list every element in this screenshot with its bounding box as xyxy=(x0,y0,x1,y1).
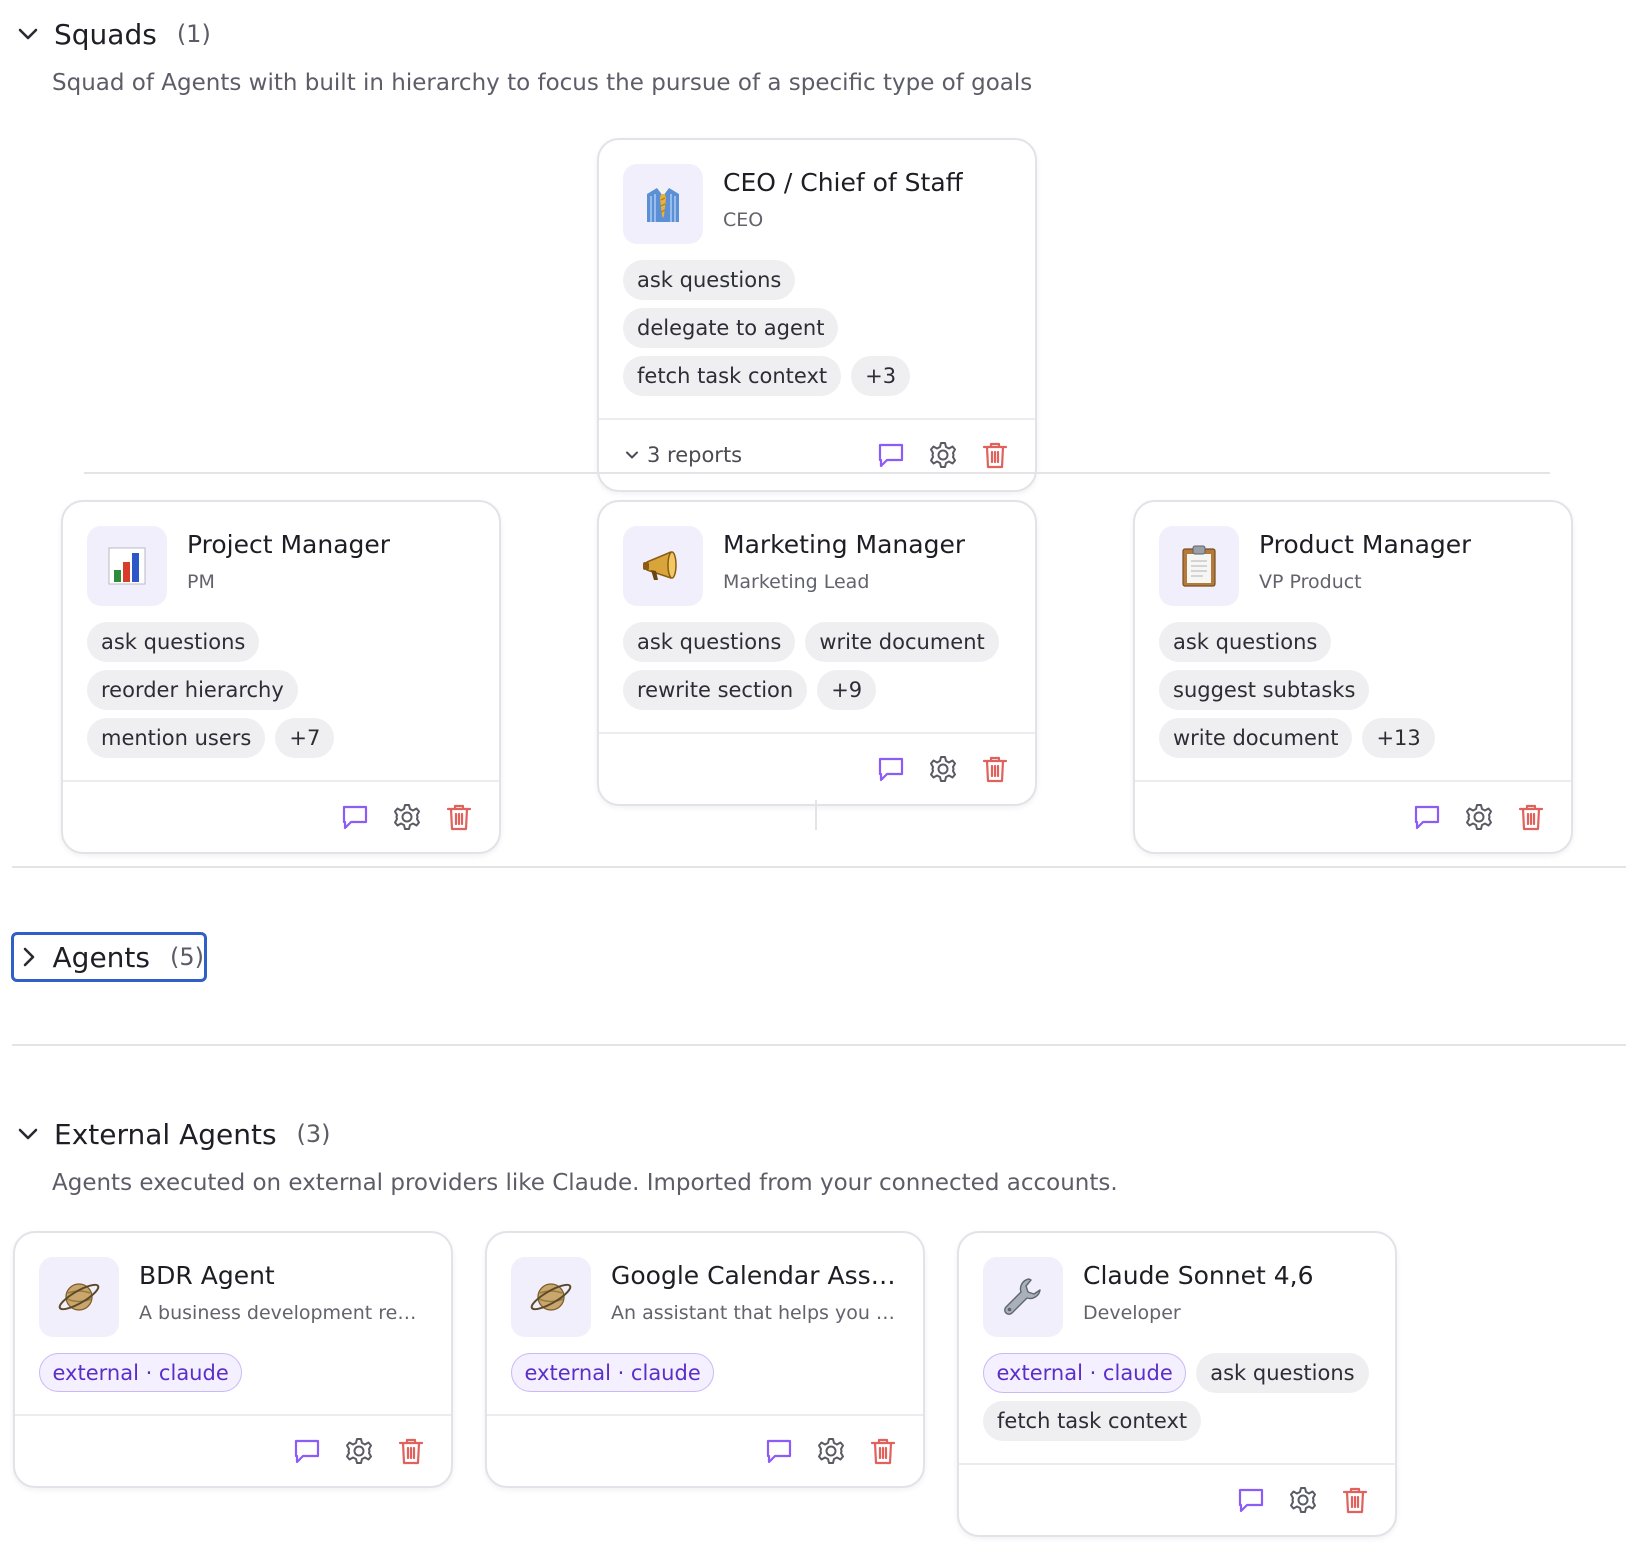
capability-chip: fetch task context xyxy=(623,356,842,396)
agent-role: Marketing Lead xyxy=(723,571,870,593)
agent-card-product-manager[interactable]: Product Manager VP Product ask questions… xyxy=(1133,500,1573,854)
gear-icon[interactable] xyxy=(1459,797,1499,837)
ringed-planet-icon xyxy=(39,1257,119,1337)
agent-card-project-manager[interactable]: Project Manager PM ask questions reorder… xyxy=(61,500,501,854)
external-agents-title: External Agents xyxy=(54,1117,277,1151)
squads-section-header[interactable]: Squads (1) xyxy=(8,10,211,58)
necktie-shirt-icon xyxy=(623,164,703,244)
chevron-right-icon[interactable] xyxy=(14,937,45,977)
chat-icon[interactable] xyxy=(871,435,911,475)
capability-chip: ask questions xyxy=(87,622,260,662)
gear-icon[interactable] xyxy=(1283,1480,1323,1520)
chevron-down-icon[interactable] xyxy=(8,14,48,54)
agents-count: (5) xyxy=(170,943,204,971)
capability-chip: ask questions xyxy=(1196,1353,1369,1393)
trash-icon[interactable] xyxy=(1511,797,1551,837)
external-provider-badge: external · claude xyxy=(39,1353,243,1392)
external-agents-description: Agents executed on external providers li… xyxy=(52,1170,1118,1196)
agent-name: CEO / Chief of Staff xyxy=(723,168,963,197)
hierarchy-connector xyxy=(815,800,817,830)
ringed-planet-icon xyxy=(511,1257,591,1337)
agent-description: A business development repr... xyxy=(139,1302,427,1324)
capability-chip: ask questions xyxy=(623,260,796,300)
chevron-down-icon xyxy=(625,448,639,462)
capability-chip: write document xyxy=(1159,718,1353,758)
more-capabilities-chip[interactable]: +9 xyxy=(817,670,877,710)
section-divider xyxy=(12,866,1626,868)
agents-section-header[interactable]: Agents (5) xyxy=(11,932,207,982)
chat-icon[interactable] xyxy=(1407,797,1447,837)
wrench-icon xyxy=(983,1257,1063,1337)
chat-icon[interactable] xyxy=(759,1431,799,1471)
capability-chip: ask questions xyxy=(623,622,796,662)
chat-icon[interactable] xyxy=(1231,1480,1271,1520)
squads-title: Squads xyxy=(54,17,157,51)
chevron-down-icon[interactable] xyxy=(8,1114,48,1154)
agent-name: Google Calendar Assis... xyxy=(611,1261,899,1290)
agent-name: Marketing Manager xyxy=(723,530,966,559)
squads-description: Squad of Agents with built in hierarchy … xyxy=(52,70,1033,96)
agent-description: An assistant that helps you m... xyxy=(611,1302,899,1324)
section-divider xyxy=(12,1044,1626,1046)
capability-chip: write document xyxy=(805,622,999,662)
gear-icon[interactable] xyxy=(811,1431,851,1471)
trash-icon[interactable] xyxy=(863,1431,903,1471)
agent-card-marketing-manager[interactable]: Marketing Manager Marketing Lead ask que… xyxy=(597,500,1037,806)
gear-icon[interactable] xyxy=(339,1431,379,1471)
external-agents-section-header[interactable]: External Agents (3) xyxy=(8,1110,331,1158)
external-agents-count: (3) xyxy=(296,1120,331,1148)
trash-icon[interactable] xyxy=(1335,1480,1375,1520)
chat-icon[interactable] xyxy=(871,749,911,789)
megaphone-icon xyxy=(623,526,703,606)
reports-toggle[interactable]: 3 reports xyxy=(619,443,742,467)
trash-icon[interactable] xyxy=(439,797,479,837)
bar-chart-icon xyxy=(87,526,167,606)
squads-count: (1) xyxy=(176,20,211,48)
agent-name: BDR Agent xyxy=(139,1261,275,1290)
gear-icon[interactable] xyxy=(923,749,963,789)
capability-chip: reorder hierarchy xyxy=(87,670,298,710)
capability-chip: fetch task context xyxy=(983,1401,1202,1441)
chat-icon[interactable] xyxy=(335,797,375,837)
agent-name: Claude Sonnet 4,6 xyxy=(1083,1261,1314,1290)
more-capabilities-chip[interactable]: +3 xyxy=(851,356,911,396)
capability-chip: ask questions xyxy=(1159,622,1332,662)
trash-icon[interactable] xyxy=(391,1431,431,1471)
agent-role: CEO xyxy=(723,209,764,231)
capability-chip: suggest subtasks xyxy=(1159,670,1370,710)
external-provider-badge: external · claude xyxy=(511,1353,715,1392)
more-capabilities-chip[interactable]: +13 xyxy=(1362,718,1435,758)
more-capabilities-chip[interactable]: +7 xyxy=(275,718,335,758)
agent-name: Project Manager xyxy=(187,530,391,559)
agent-role: PM xyxy=(187,571,215,593)
agent-name: Product Manager xyxy=(1259,530,1472,559)
agent-card-ceo[interactable]: CEO / Chief of Staff CEO ask questions d… xyxy=(597,138,1037,492)
trash-icon[interactable] xyxy=(975,749,1015,789)
capability-chip: mention users xyxy=(87,718,266,758)
agent-card-google-calendar-assistant[interactable]: Google Calendar Assis... An assistant th… xyxy=(485,1231,925,1488)
gear-icon[interactable] xyxy=(923,435,963,475)
chat-icon[interactable] xyxy=(287,1431,327,1471)
capability-chip: rewrite section xyxy=(623,670,808,710)
external-provider-badge: external · claude xyxy=(983,1353,1187,1393)
gear-icon[interactable] xyxy=(387,797,427,837)
agents-title: Agents xyxy=(52,940,150,974)
agent-role: VP Product xyxy=(1259,571,1362,593)
clipboard-icon xyxy=(1159,526,1239,606)
agent-card-claude-sonnet[interactable]: Claude Sonnet 4,6 Developer external · c… xyxy=(957,1231,1397,1537)
reports-label: 3 reports xyxy=(647,443,743,467)
agent-role: Developer xyxy=(1083,1302,1181,1324)
hierarchy-connector xyxy=(84,472,1550,474)
capability-chip: delegate to agent xyxy=(623,308,839,348)
trash-icon[interactable] xyxy=(975,435,1015,475)
agent-card-bdr-agent[interactable]: BDR Agent A business development repr...… xyxy=(13,1231,453,1488)
